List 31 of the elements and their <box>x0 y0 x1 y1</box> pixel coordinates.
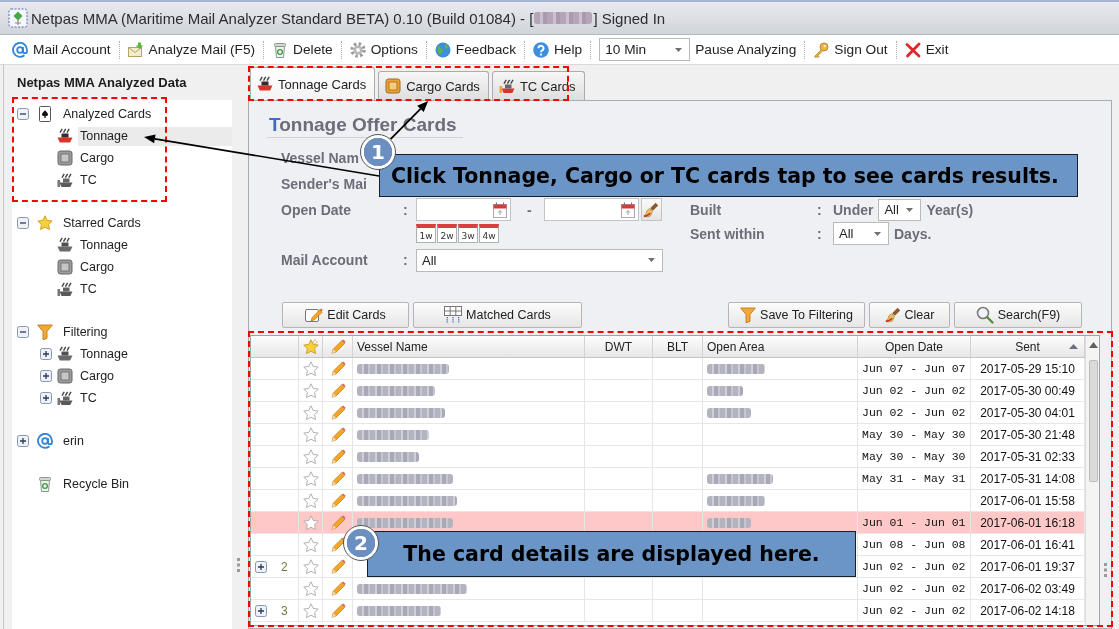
row-group-number: 2 <box>281 559 288 574</box>
field-text: Year(s) <box>926 201 974 218</box>
range-dash: - <box>527 201 532 218</box>
table-cell: Jun 02 - Jun 02 <box>858 380 971 401</box>
table-cell: Jun 01 - Jun 01 <box>858 512 971 533</box>
table-cell: Jun 02 - Jun 02 <box>858 578 971 599</box>
table-cell: Jun 02 - Jun 02 <box>858 600 971 621</box>
table-cell: Jun 08 - Jun 08 <box>858 534 971 555</box>
table-cell: Jun 02 - Jun 02 <box>858 402 971 423</box>
field-label: Sent within <box>690 225 765 242</box>
window-title-suffix: ] Signed In <box>593 9 666 27</box>
label-colon: : <box>403 252 408 268</box>
label-colon: : <box>817 225 822 242</box>
table-cell: May 30 - May 30 <box>858 424 971 445</box>
sidebar-title: Netpas MMA Analyzed Data <box>16 74 188 92</box>
field-label: Mail Account <box>281 252 368 268</box>
table-cell: May 31 - May 31 <box>858 468 971 489</box>
callout-tooltip: The card details are displayed here. <box>367 531 856 577</box>
field-label: Sender's Mai <box>281 175 367 192</box>
label-colon: : <box>403 201 408 218</box>
label-colon: : <box>817 201 822 218</box>
field-label: Built <box>690 201 722 218</box>
field-label: Vessel Nam <box>281 149 359 166</box>
table-cell: May 30 - May 30 <box>858 446 971 467</box>
field-label: Open Date <box>281 201 351 218</box>
row-group-number: 3 <box>281 603 288 618</box>
window-title: Netpas MMA (Maritime Mail Analyzer Standard BETA) 0.10 (Build 01084) - [ <box>31 9 534 27</box>
table-cell: Jun 02 - Jun 02 <box>858 556 971 577</box>
table-cell: Jun 07 - Jun 07 <box>858 358 971 379</box>
field-text: Under <box>833 201 874 218</box>
field-text: Days. <box>894 225 932 242</box>
